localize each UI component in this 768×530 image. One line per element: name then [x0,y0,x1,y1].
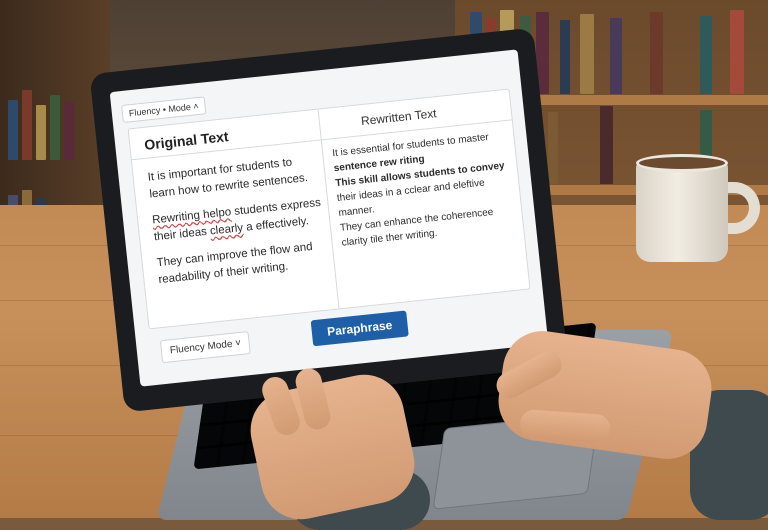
book [560,20,570,94]
original-text-title: Original Text [143,128,230,153]
laptop-screen: Fluency • Mode ˄ Original Text Rewritten… [109,49,549,387]
rewritten-text-area[interactable]: It is essential for students to master s… [332,128,518,251]
paraphrase-button[interactable]: Paraphrase [310,310,409,347]
original-text-area[interactable]: It is important for students to learn ho… [147,152,330,298]
coffee-surface [636,154,728,172]
book [730,10,744,94]
paraphrase-panel: Original Text Rewritten Text It is impor… [127,88,531,330]
book [610,18,622,94]
original-paragraph-2: Rewriting helpo students express their i… [151,195,324,247]
coffee-mug [636,160,728,262]
book [580,14,594,94]
book [548,112,558,184]
rewritten-text-title: Rewritten Text [360,106,438,129]
mode-dropdown-top[interactable]: Fluency • Mode ˄ [121,96,207,124]
fluency-mode-select[interactable]: Fluency Mode ˅ [159,331,252,364]
original-paragraph-3: They can improve the flow and readabilit… [156,240,314,287]
book [700,16,712,94]
original-paragraph-1: It is important for students to learn ho… [147,156,309,201]
book [600,106,613,184]
original-paragraph-2-text: a effectively. [242,215,310,235]
book [650,12,663,94]
spellcheck-word[interactable]: clearly [209,222,243,237]
